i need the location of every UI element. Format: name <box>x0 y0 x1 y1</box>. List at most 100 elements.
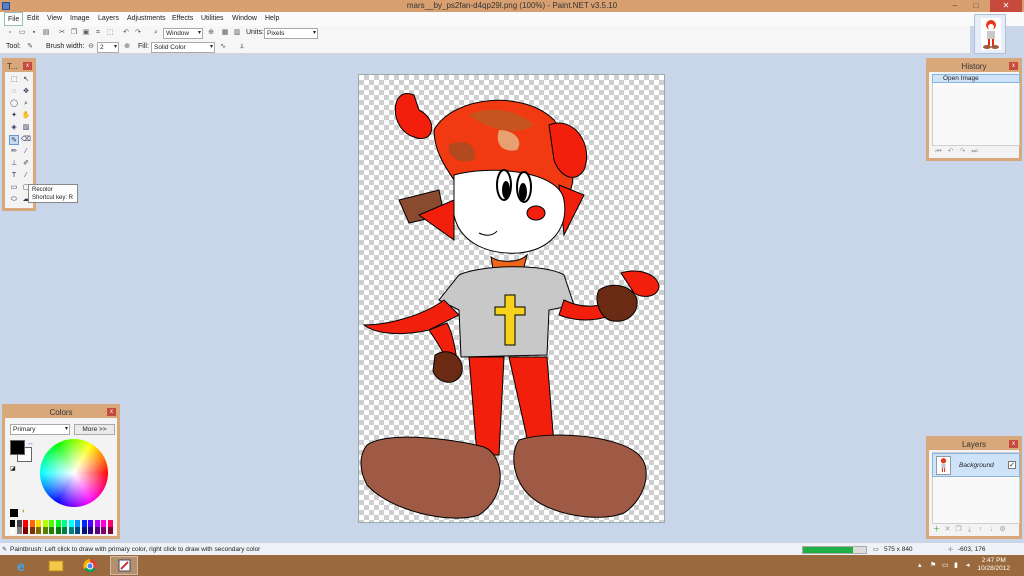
palette-swatch[interactable] <box>68 527 74 534</box>
swap-colors-icon[interactable]: ↔ <box>27 440 34 447</box>
duplicate-layer-icon[interactable]: ❐ <box>954 525 963 534</box>
add-layer-icon[interactable]: ＋ <box>932 525 941 534</box>
layer-visibility-checkbox[interactable]: ✓ <box>1008 461 1016 469</box>
ellipse-icon[interactable]: ⬭ <box>9 195 19 205</box>
palette-options-icon[interactable]: ◐ <box>22 508 26 515</box>
menu-edit[interactable]: Edit <box>24 14 42 23</box>
palette-swatch[interactable] <box>55 527 61 534</box>
palette-swatch[interactable] <box>81 520 87 527</box>
delete-layer-icon[interactable]: ✕ <box>943 525 952 534</box>
move-layer-up-icon[interactable]: ↑ <box>976 525 985 534</box>
maximize-button[interactable]: □ <box>966 0 986 12</box>
paint-bucket-icon[interactable]: ◈ <box>9 123 19 133</box>
paintbrush-icon[interactable]: ✎ <box>26 43 34 51</box>
open-file-icon[interactable]: ▭ <box>18 29 26 37</box>
magic-wand-icon[interactable]: ✦ <box>9 111 19 121</box>
undo-icon[interactable]: ↶ <box>122 29 130 37</box>
palette-swatch[interactable] <box>36 527 41 534</box>
color-mode-select[interactable]: Primary <box>10 424 70 435</box>
palette-swatch[interactable] <box>42 527 48 534</box>
palette-swatch[interactable] <box>94 520 100 527</box>
ruler-icon[interactable]: ▥ <box>233 29 241 37</box>
cut-icon[interactable]: ✂ <box>58 29 66 37</box>
palette-swatch[interactable] <box>49 520 54 527</box>
zoom-tool-icon[interactable]: ⌕ <box>21 99 31 109</box>
tray-network-icon[interactable]: ▮ <box>954 562 961 569</box>
colors-panel-header[interactable]: Colors <box>5 407 117 418</box>
palette-swatch[interactable] <box>23 527 28 534</box>
move-layer-down-icon[interactable]: ↓ <box>987 525 996 534</box>
increase-width-icon[interactable]: ⊕ <box>123 43 131 51</box>
recolor-icon[interactable]: ✐ <box>21 159 31 169</box>
rectangle-select-icon[interactable]: ⬚ <box>9 75 19 85</box>
alpha-blending-icon[interactable]: ⍋ <box>238 43 246 51</box>
tray-display-icon[interactable]: ▭ <box>942 562 949 569</box>
palette-swatch[interactable] <box>101 520 106 527</box>
undo-history-icon[interactable]: ↶ <box>946 147 955 156</box>
tray-volume-icon[interactable]: ◂ <box>966 562 973 569</box>
paintnet-taskbar-icon[interactable] <box>110 556 138 575</box>
move-selection-icon[interactable]: ↖ <box>21 75 31 85</box>
layers-panel-header[interactable]: Layers <box>929 439 1019 450</box>
lasso-select-icon[interactable]: ◌ <box>9 87 19 97</box>
move-selected-icon[interactable]: ✥ <box>21 87 31 97</box>
menu-utilities[interactable]: Utilities <box>198 14 227 23</box>
palette-swatch[interactable] <box>16 520 22 527</box>
redo-icon[interactable]: ↷ <box>134 29 142 37</box>
menu-image[interactable]: Image <box>67 14 92 23</box>
pencil-icon[interactable]: ✏ <box>9 147 19 157</box>
menu-help[interactable]: Help <box>262 14 282 23</box>
palette-swatch[interactable] <box>107 520 113 527</box>
palette-swatch[interactable] <box>68 520 74 527</box>
palette-swatch[interactable] <box>62 527 67 534</box>
grid-icon[interactable]: ▦ <box>221 29 229 37</box>
tray-arrow-icon[interactable]: ▴ <box>918 562 925 569</box>
history-item-open-image[interactable]: Open Image <box>932 74 1020 83</box>
print-icon[interactable]: ▤ <box>42 29 50 37</box>
fill-select[interactable]: Solid Color <box>151 42 215 53</box>
color-wheel[interactable] <box>40 439 108 507</box>
history-panel-close[interactable]: x <box>1009 62 1018 70</box>
history-panel-header[interactable]: History <box>929 61 1019 72</box>
palette-swatch[interactable] <box>10 527 15 534</box>
layers-panel-close[interactable]: x <box>1009 440 1018 448</box>
palette-swatch[interactable] <box>23 520 28 527</box>
menu-window[interactable]: Window <box>229 14 260 23</box>
rewind-icon[interactable]: ⏮ <box>934 147 943 156</box>
palette-swatch[interactable] <box>29 520 35 527</box>
palette-swatch[interactable] <box>75 527 80 534</box>
line-curve-icon[interactable]: ⁄ <box>21 171 31 181</box>
pan-icon[interactable]: ✋ <box>21 111 31 121</box>
zoom-icon[interactable]: ⌕ <box>152 29 160 37</box>
palette-swatch[interactable] <box>42 520 48 527</box>
menu-view[interactable]: View <box>44 14 65 23</box>
crop-icon[interactable]: ⌗ <box>94 29 102 37</box>
palette-swatch[interactable] <box>55 520 61 527</box>
taskbar-clock[interactable]: 2:47 PM 10/28/2012 <box>977 557 1010 573</box>
color-picker-icon[interactable]: ⁄ <box>21 147 31 157</box>
palette-swatch[interactable] <box>10 520 15 527</box>
brush-width-select[interactable]: 2 <box>97 42 119 53</box>
palette-swatch[interactable] <box>62 520 67 527</box>
clone-stamp-icon[interactable]: ⊥ <box>9 159 19 169</box>
internet-explorer-icon[interactable]: e <box>8 556 36 575</box>
primary-mini-swatch[interactable] <box>10 509 18 517</box>
palette-swatch[interactable] <box>81 527 87 534</box>
palette-swatch[interactable] <box>101 527 106 534</box>
zoom-select[interactable]: Window <box>163 28 203 39</box>
text-icon[interactable]: T <box>9 171 19 181</box>
rectangle-icon[interactable]: ▭ <box>9 183 19 193</box>
merge-layer-icon[interactable]: ⤓ <box>965 525 974 534</box>
redo-history-icon[interactable]: ↷ <box>958 147 967 156</box>
paintbrush-tool-icon[interactable]: ✎ <box>9 135 19 145</box>
save-icon[interactable]: ▪ <box>30 29 38 37</box>
menu-adjustments[interactable]: Adjustments <box>124 14 169 23</box>
antialiasing-icon[interactable]: ∿ <box>219 43 227 51</box>
tray-flag-icon[interactable]: ⚑ <box>930 562 937 569</box>
palette-swatch[interactable] <box>49 527 54 534</box>
menu-file[interactable]: File <box>4 12 24 26</box>
menu-layers[interactable]: Layers <box>95 14 122 23</box>
palette-swatch[interactable] <box>88 527 93 534</box>
palette-swatch[interactable] <box>75 520 80 527</box>
image-canvas[interactable] <box>358 74 665 523</box>
